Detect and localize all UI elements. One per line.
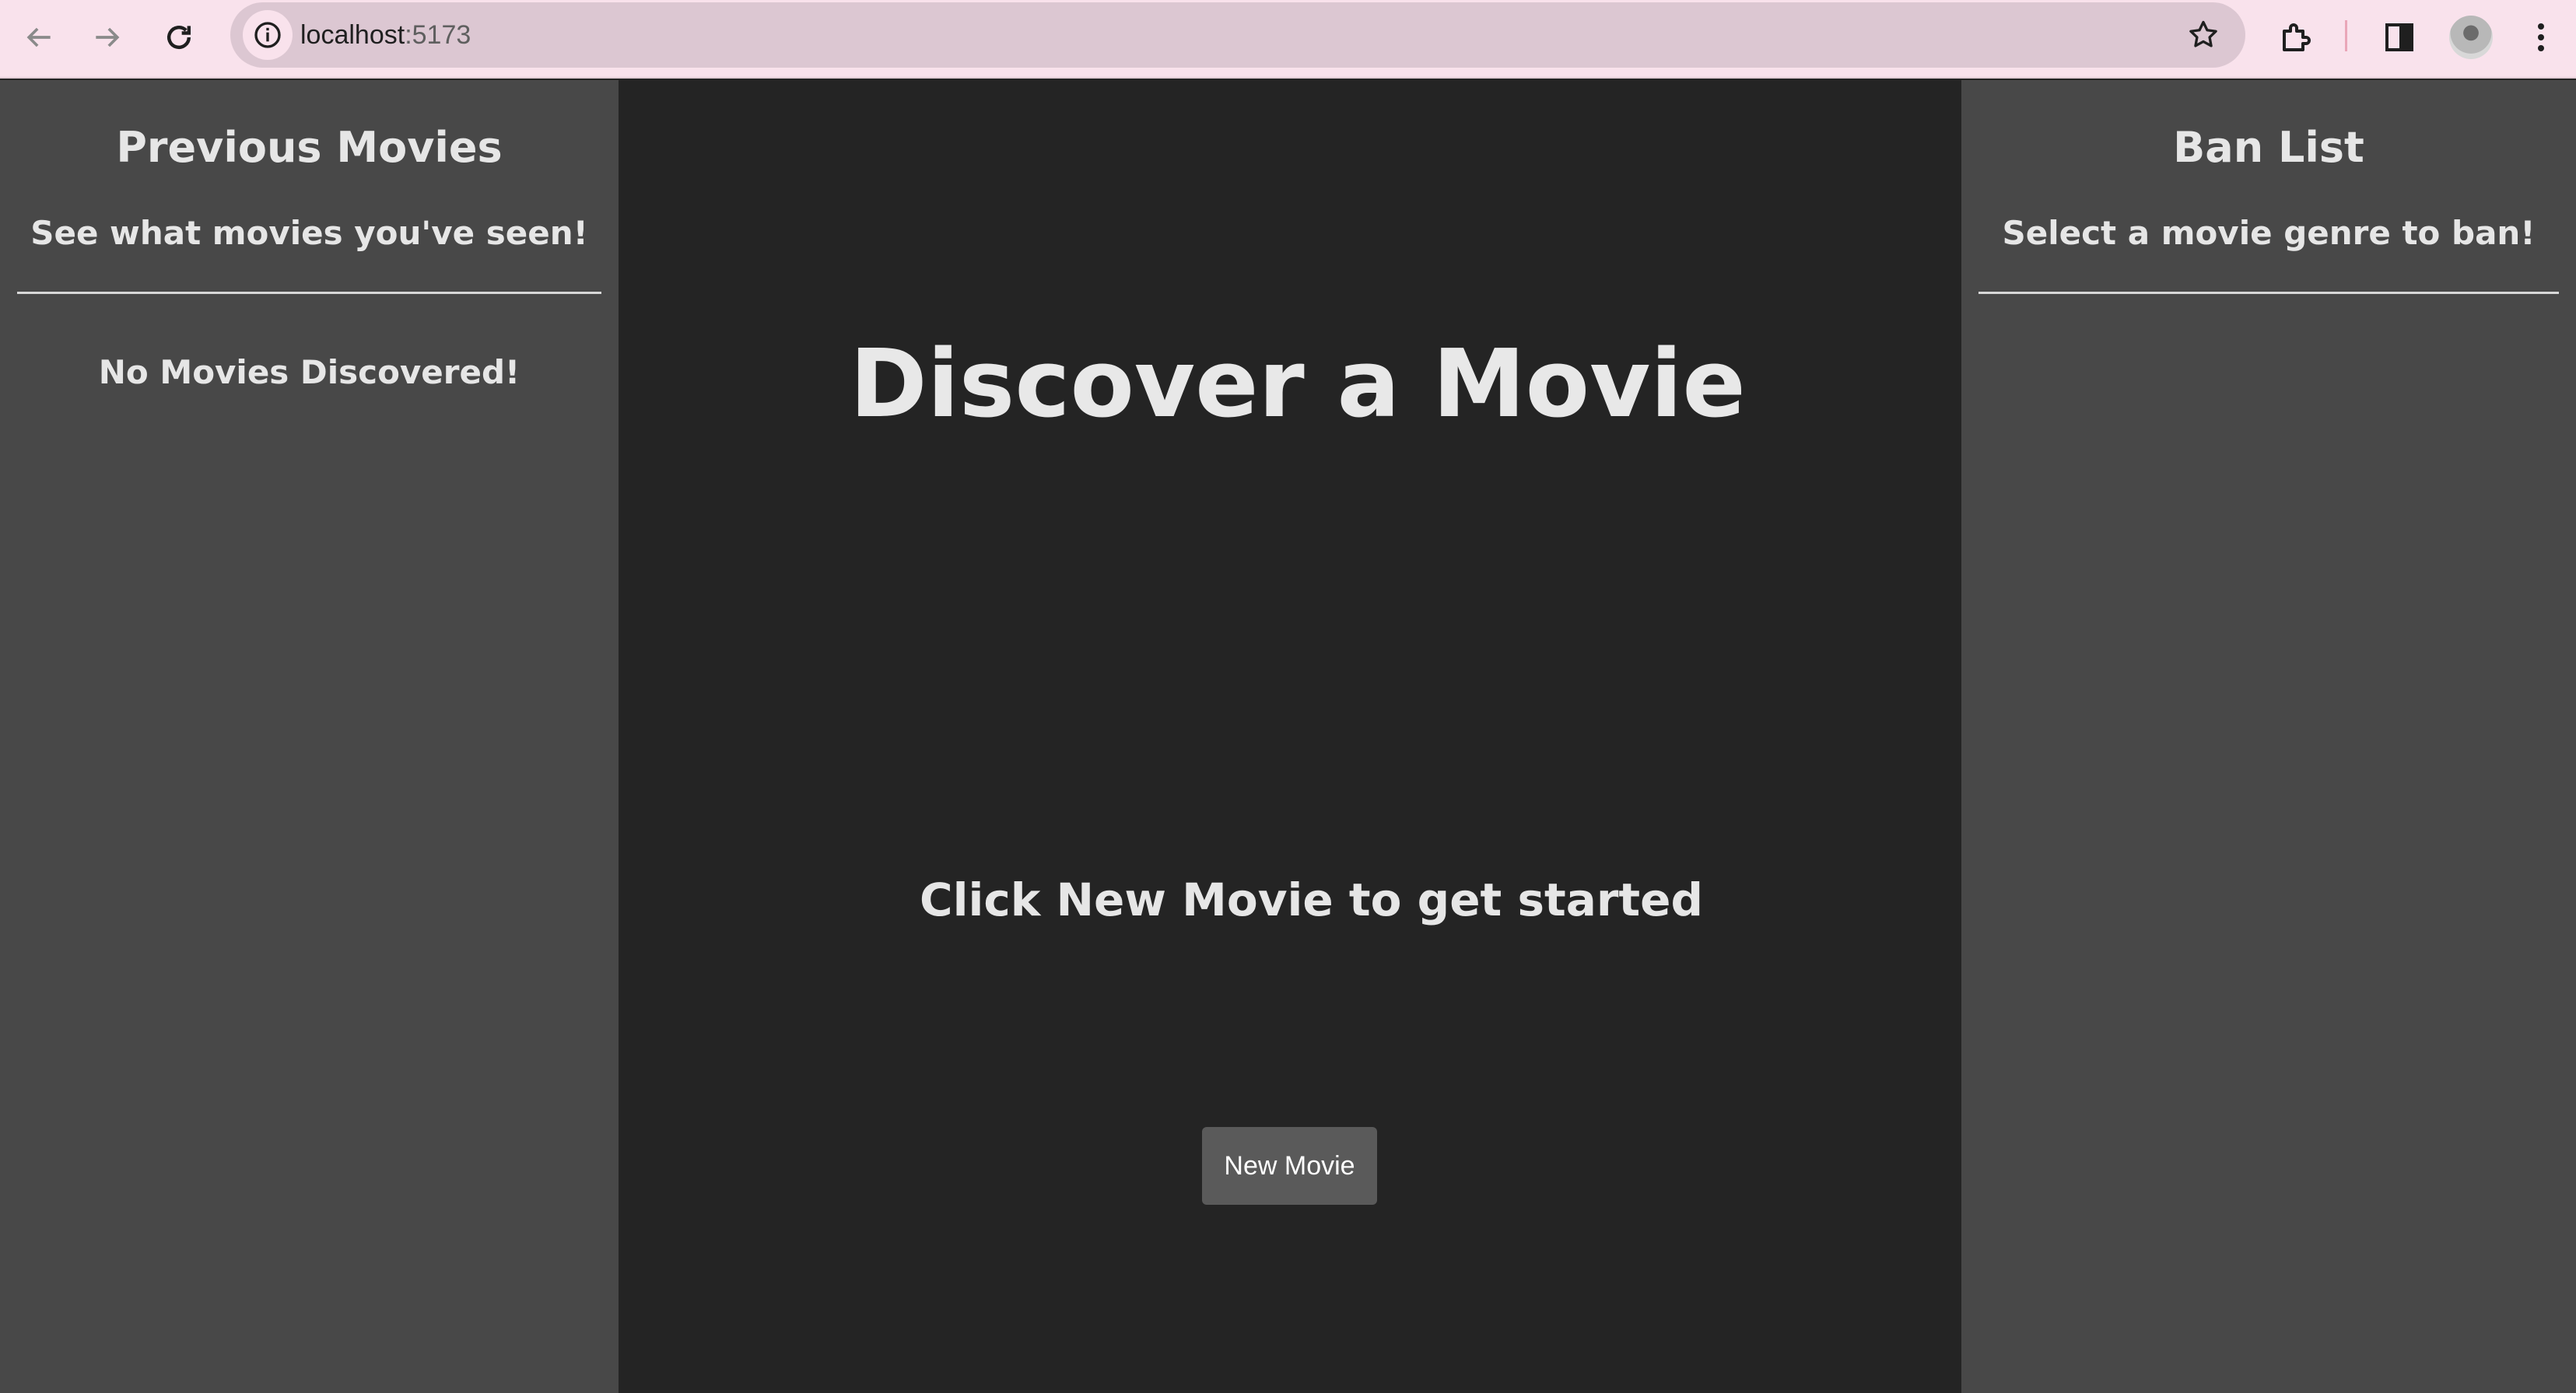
reload-button[interactable] (152, 11, 205, 64)
ban-list-subtitle: Select a movie genre to ban! (2002, 213, 2536, 252)
discover-panel: Discover a Movie Click New Movie to get … (619, 80, 1961, 1393)
url-host: localhost (300, 20, 405, 50)
toolbar-divider (2345, 20, 2347, 51)
ban-list-title: Ban List (2173, 123, 2364, 172)
more-vert-icon (2538, 23, 2544, 51)
arrow-left-icon (26, 27, 51, 47)
url-port: :5173 (405, 20, 471, 50)
get-started-prompt: Click New Movie to get started (920, 873, 1704, 926)
reload-icon (166, 26, 191, 50)
previous-movies-panel: Previous Movies See what movies you've s… (0, 80, 619, 1393)
right-panel-divider (1978, 292, 2559, 295)
back-button[interactable] (12, 11, 65, 64)
puzzle-icon (2283, 23, 2311, 51)
previous-movies-subtitle: See what movies you've seen! (30, 213, 588, 252)
new-movie-button[interactable]: New Movie (1202, 1127, 1377, 1205)
address-bar[interactable]: localhost:5173 (230, 2, 2245, 68)
side-panel-icon (2385, 23, 2413, 51)
page-title: Discover a Movie (850, 331, 1746, 439)
forward-button[interactable] (81, 11, 134, 64)
browser-toolbar: localhost:5173 (0, 0, 2576, 79)
side-panel-button[interactable] (2373, 11, 2426, 64)
extensions-button[interactable] (2270, 11, 2323, 64)
url-text[interactable]: localhost:5173 (300, 2, 471, 68)
previous-movies-title: Previous Movies (116, 123, 503, 172)
browser-menu-button[interactable] (2515, 11, 2567, 64)
arrow-right-icon (96, 27, 120, 47)
no-movies-message: No Movies Discovered! (98, 353, 520, 392)
ban-list-panel: Ban List Select a movie genre to ban! (1961, 80, 2576, 1393)
left-panel-divider (17, 292, 601, 295)
bookmark-star-icon[interactable] (2182, 13, 2225, 57)
site-info-icon[interactable] (243, 10, 293, 60)
profile-avatar[interactable] (2449, 16, 2493, 59)
app-root: Previous Movies See what movies you've s… (0, 80, 2576, 1393)
